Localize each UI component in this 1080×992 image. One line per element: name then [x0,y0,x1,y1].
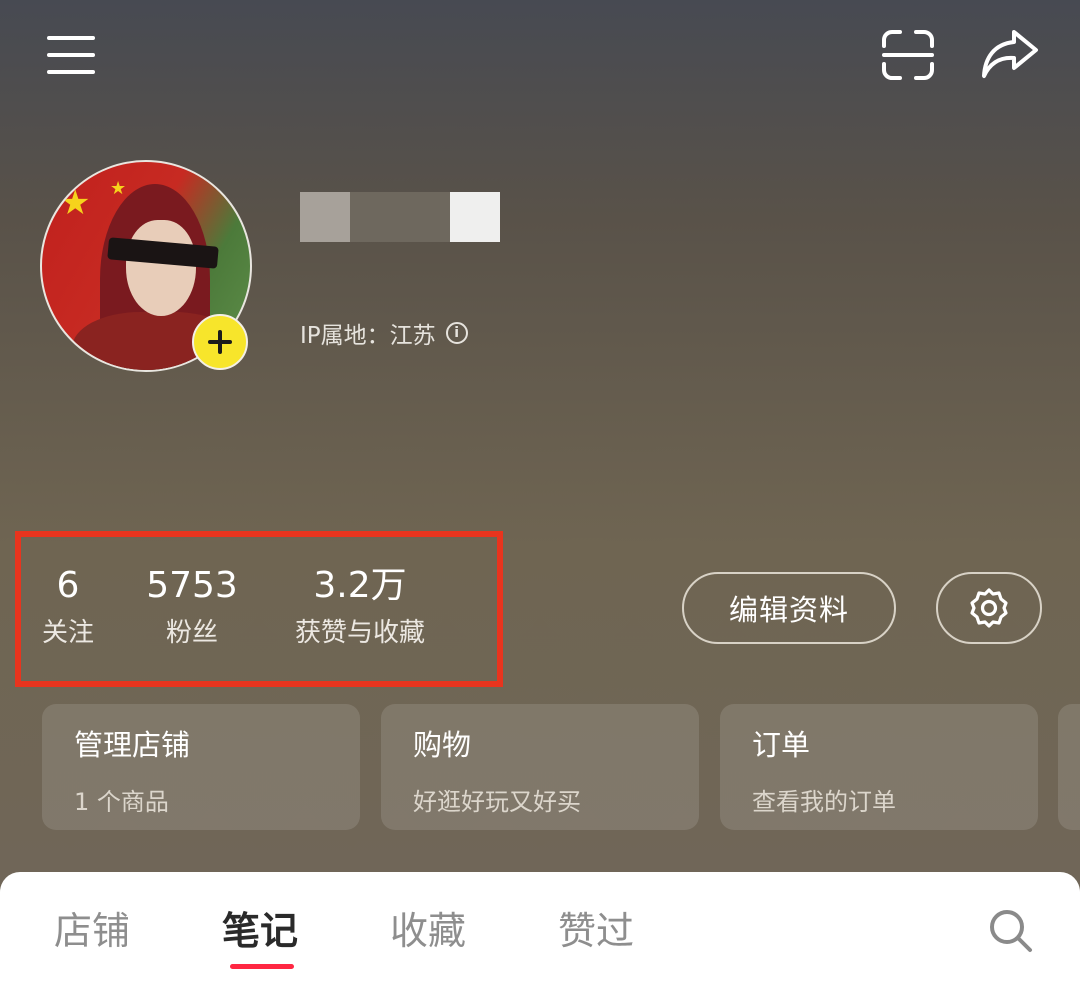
ip-location: IP属地：江苏 i [300,316,468,350]
tab-notes[interactable]: 笔记 [222,900,298,955]
card-title: 购物 [413,728,472,762]
info-icon[interactable]: i [445,322,468,344]
card-orders[interactable]: 订单 查看我的订单 [720,704,1038,830]
stat-value: 3.2万 [313,565,407,606]
plus-icon [208,330,232,354]
card-subtitle: 1 个商品 [74,788,169,816]
settings-icon [970,588,1008,628]
edit-profile-label: 编辑资料 [728,593,849,627]
menu-icon[interactable] [46,34,96,76]
stat-following[interactable]: 6 关注 [30,566,106,650]
card-title: 管理店铺 [74,728,191,762]
card-subtitle: 查看我的订单 [752,788,896,816]
content-tabs-panel: 店铺 笔记 收藏 赞过 [0,872,1080,992]
edit-profile-button[interactable]: 编辑资料 [682,572,896,644]
tab-collections[interactable]: 收藏 [390,900,466,955]
username-blurred [300,192,500,242]
tab-liked[interactable]: 赞过 [558,900,634,955]
stat-label: 获赞与收藏 [294,618,425,648]
card-subtitle: 好逛好玩又好买 [413,788,581,816]
stat-label: 粉丝 [165,618,218,648]
tab-store[interactable]: 店铺 [54,900,130,955]
stat-label: 关注 [41,618,94,648]
stat-value: 5753 [146,565,238,606]
star-icon: ★ [60,183,91,223]
add-avatar-button[interactable] [192,314,248,370]
stat-followers[interactable]: 5753 粉丝 [140,566,244,650]
ip-location-text: IP属地：江苏 [300,323,436,349]
search-icon[interactable] [988,908,1034,954]
share-icon[interactable] [980,28,1040,80]
star-icon: ★ [110,178,127,199]
settings-button[interactable] [936,572,1042,644]
card-title: 订单 [752,728,811,762]
card-manage-store[interactable]: 管理店铺 1 个商品 [42,704,360,830]
scan-icon[interactable] [880,28,936,82]
active-tab-indicator [230,964,294,969]
card-shopping[interactable]: 购物 好逛好玩又好买 [381,704,699,830]
stat-value: 6 [56,565,80,606]
stat-likes-collections[interactable]: 3.2万 获赞与收藏 [280,566,440,650]
card-partial-next[interactable] [1058,704,1080,830]
